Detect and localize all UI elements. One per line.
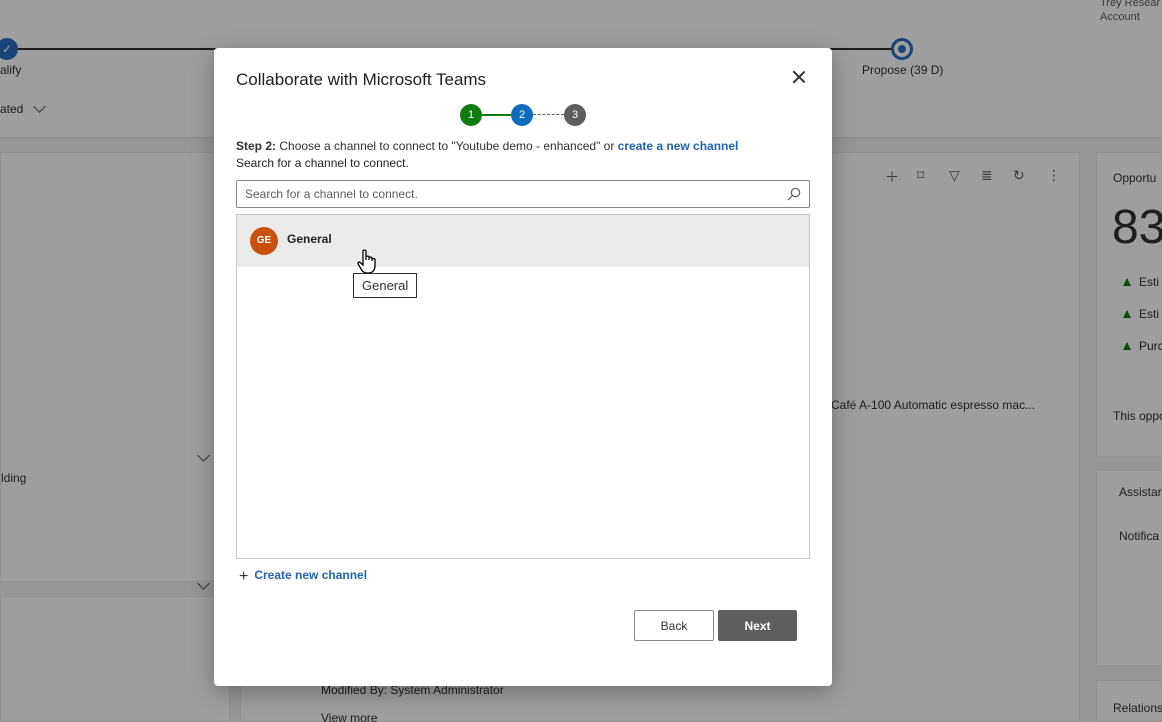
channel-avatar: GE (250, 227, 278, 255)
channel-list: GE General General (236, 214, 810, 559)
create-new-channel-link[interactable]: create a new channel (618, 139, 739, 153)
step-indicator: 1 2 3 (460, 104, 590, 126)
channel-search-box[interactable] (236, 180, 810, 208)
plus-icon: + (239, 568, 249, 585)
close-icon[interactable] (788, 66, 810, 88)
step-3-badge: 3 (564, 104, 586, 126)
channel-search-input[interactable] (237, 181, 777, 207)
step-2-badge: 2 (511, 104, 533, 126)
create-channel-label: Create new channel (254, 568, 368, 582)
search-icon[interactable] (787, 187, 801, 201)
step-1-badge: 1 (460, 104, 482, 126)
teams-collaborate-dialog: Collaborate with Microsoft Teams 1 2 3 S… (214, 48, 832, 686)
create-new-channel-button[interactable]: + Create new channel (239, 568, 367, 586)
next-button[interactable]: Next (718, 610, 797, 641)
step-instructions: Step 2: Choose a channel to connect to "… (236, 139, 738, 153)
channel-item-general[interactable]: GE General (237, 215, 809, 267)
step-prefix: Step 2: (236, 139, 277, 153)
dialog-title: Collaborate with Microsoft Teams (236, 70, 487, 89)
hand-cursor-icon (357, 249, 376, 274)
search-instruction: Search for a channel to connect. (236, 156, 409, 170)
channel-tooltip: General (353, 273, 418, 298)
back-button[interactable]: Back (634, 610, 714, 641)
step-text: Choose a channel to connect to "Youtube … (276, 139, 618, 153)
step-connector (533, 114, 564, 116)
step-connector (482, 114, 511, 116)
channel-name: General (287, 232, 332, 246)
